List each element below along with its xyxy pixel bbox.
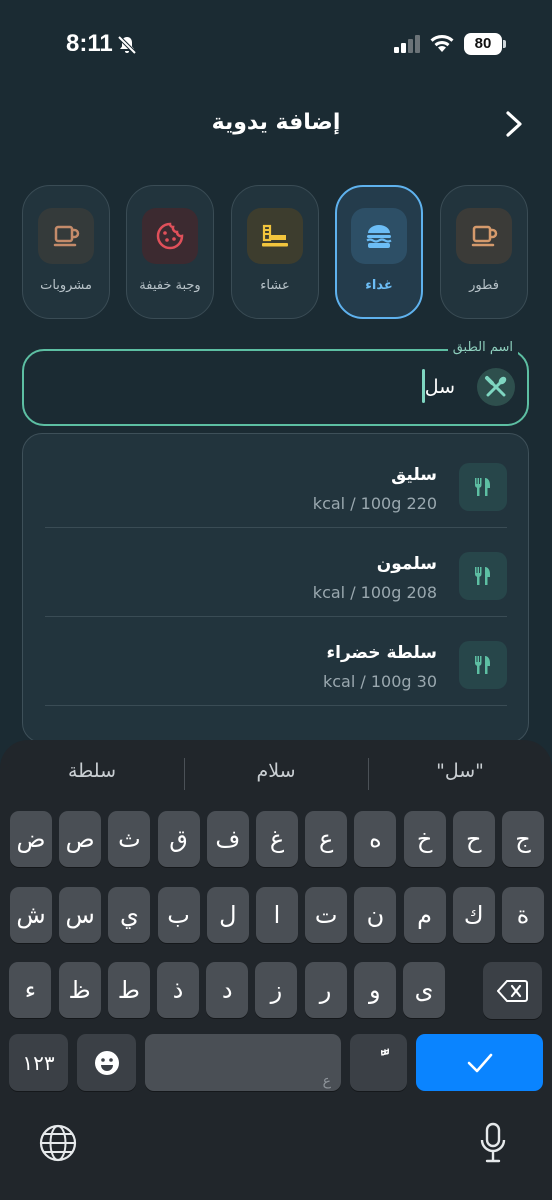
letter-key[interactable]: ق	[157, 811, 200, 867]
checkmark-icon	[467, 1053, 492, 1072]
wifi-icon	[428, 32, 456, 54]
emoji-icon	[94, 1050, 119, 1075]
dish-name-value: سل	[424, 376, 455, 398]
letter-key[interactable]: ل	[206, 887, 249, 943]
letter-key[interactable]: ط	[107, 962, 150, 1018]
letter-key[interactable]: ك	[452, 887, 495, 943]
letter-key[interactable]: ض	[10, 811, 52, 867]
status-time: 8:11	[66, 30, 113, 57]
battery-cap	[503, 40, 506, 48]
category-label: فطور	[469, 278, 499, 293]
letter-key[interactable]: ذ	[157, 962, 199, 1018]
letter-key[interactable]: د	[206, 962, 249, 1018]
letter-key[interactable]: ح	[452, 811, 495, 867]
letter-key[interactable]: ت	[305, 887, 348, 943]
letter-key[interactable]: ظ	[58, 962, 101, 1018]
letter-key[interactable]: ن	[354, 887, 397, 943]
done-key[interactable]	[416, 1034, 543, 1091]
cookie-icon	[142, 208, 198, 264]
category-label: غداء	[365, 278, 393, 293]
burger-icon	[351, 208, 407, 264]
prediction-separator	[184, 758, 185, 790]
letter-key[interactable]: ش	[10, 887, 52, 943]
suggestion-item[interactable]: سلمون kcal / 100g 208	[45, 528, 507, 617]
suggestion-calories: kcal / 100g 208	[312, 583, 437, 602]
letter-key[interactable]: ب	[157, 887, 200, 943]
silent-mode-icon	[116, 34, 138, 56]
delete-key[interactable]	[483, 962, 542, 1019]
suggestion-item[interactable]: سلطة خضراء kcal / 100g 30	[45, 617, 507, 706]
category-label: وجبة خفيفة	[139, 278, 201, 293]
text-cursor	[422, 369, 425, 403]
category-label: مشروبات	[40, 278, 92, 293]
prediction-1[interactable]: "سل"	[368, 760, 552, 782]
letter-key[interactable]: ة	[502, 887, 544, 943]
suggestion-name: سلطة خضراء	[326, 643, 437, 663]
utensils-icon	[477, 368, 515, 406]
suggestion-calories: kcal / 100g 30	[322, 672, 437, 691]
letter-key[interactable]: خ	[403, 811, 446, 867]
letter-key[interactable]: ف	[206, 811, 249, 867]
letter-key[interactable]: ز	[255, 962, 298, 1018]
category-breakfast[interactable]: فطور	[440, 185, 528, 319]
letter-key[interactable]: ه	[354, 811, 397, 867]
letter-key[interactable]: ج	[502, 811, 544, 867]
category-drinks[interactable]: مشروبات	[22, 185, 110, 319]
category-label: عشاء	[260, 278, 290, 293]
prediction-2[interactable]: سلام	[184, 760, 368, 782]
letter-key[interactable]: ى	[403, 962, 445, 1018]
fork-knife-icon	[459, 552, 507, 600]
space-key[interactable]: ع	[145, 1034, 341, 1091]
category-lunch[interactable]: غداء	[335, 185, 423, 319]
letter-key[interactable]: ا	[256, 887, 298, 943]
suggestion-name: سليق	[391, 465, 437, 485]
letter-key[interactable]: ع	[305, 811, 348, 867]
numbers-key[interactable]: ١٢٣	[9, 1034, 68, 1091]
divider	[45, 705, 507, 706]
fork-knife-icon	[459, 641, 507, 689]
letter-key[interactable]: و	[353, 962, 396, 1018]
suggestions-list[interactable]: سليق kcal / 100g 220 سلمون kcal / 100g 2…	[22, 433, 529, 743]
letter-key[interactable]: م	[403, 887, 446, 943]
cellular-signal-icon	[394, 35, 422, 53]
fork-knife-icon	[459, 463, 507, 511]
suggestion-name: سلمون	[376, 554, 437, 574]
dish-name-label: اسم الطبق	[447, 340, 518, 355]
letter-key[interactable]: س	[59, 887, 102, 943]
category-snack[interactable]: وجبة خفيفة	[126, 185, 214, 319]
back-chevron-icon[interactable]	[502, 110, 526, 138]
suggestion-item[interactable]: سليق kcal / 100g 220	[45, 439, 507, 528]
page-title: إضافة يدوية	[211, 110, 341, 135]
dinner-plate-icon	[247, 208, 303, 264]
coffee-cup-icon	[456, 208, 512, 264]
battery-level: 80	[464, 33, 502, 55]
suggestion-calories: kcal / 100g 220	[312, 494, 437, 513]
space-key-hint: ع	[322, 1073, 331, 1089]
globe-icon[interactable]	[38, 1123, 78, 1163]
microphone-icon[interactable]	[478, 1122, 508, 1164]
prediction-3[interactable]: سلطة	[0, 760, 184, 782]
letter-key[interactable]: ء	[9, 962, 52, 1018]
category-dinner[interactable]: عشاء	[231, 185, 319, 319]
prediction-separator	[368, 758, 369, 790]
letter-key[interactable]: ص	[59, 811, 102, 867]
drink-cup-icon	[38, 208, 94, 264]
letter-key[interactable]: غ	[256, 811, 298, 867]
diacritics-key[interactable]: ًّ	[350, 1034, 407, 1091]
letter-key[interactable]: ث	[108, 811, 151, 867]
emoji-key[interactable]	[77, 1034, 136, 1091]
letter-key[interactable]: ي	[108, 887, 151, 943]
letter-key[interactable]: ر	[304, 962, 347, 1018]
